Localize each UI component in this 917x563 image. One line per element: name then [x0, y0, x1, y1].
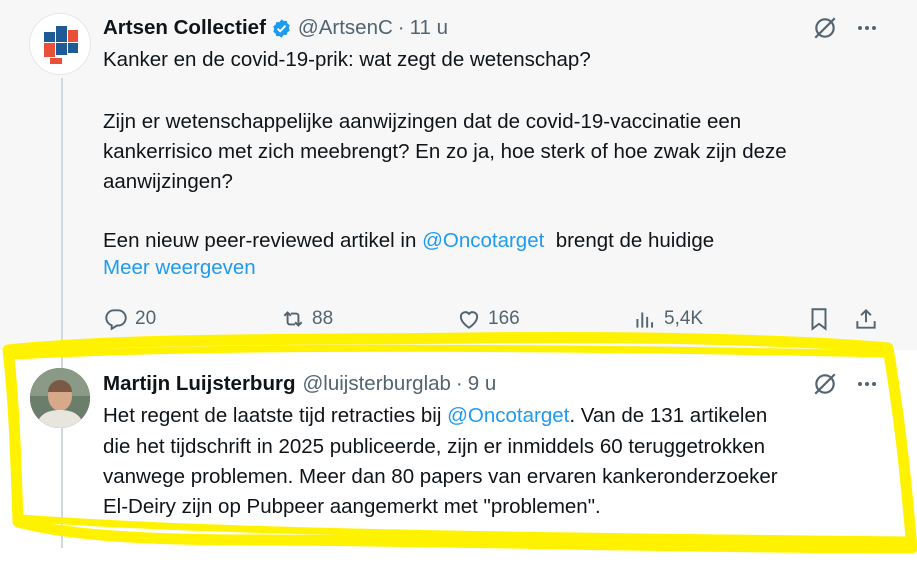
repost-button[interactable]: 88	[280, 306, 333, 332]
tweet1-line5-end: brengt de huidige	[544, 229, 715, 252]
like-count: 166	[488, 308, 520, 329]
tweet2-header: Martijn Luijsterburg @luijsterburglab · …	[103, 372, 496, 396]
tweet2-line1-end: . Van de 131 artikelen	[569, 404, 768, 427]
verified-badge-icon	[273, 18, 290, 38]
bookmark-icon	[811, 308, 827, 331]
tweet1-line3: kankerrisico met zich meebrengt? En zo j…	[103, 140, 787, 163]
reply-count: 20	[135, 308, 157, 329]
tweet2-line2: die het tijdschrift in 2025 publiceerde,…	[103, 435, 766, 458]
profile-photo	[30, 368, 90, 428]
like-icon	[459, 311, 479, 329]
share-button[interactable]	[853, 306, 885, 332]
author-name[interactable]: Artsen Collectief	[103, 16, 266, 40]
repost-count: 88	[312, 308, 334, 329]
grok-icon[interactable]	[812, 15, 838, 41]
like-button[interactable]: 166	[456, 306, 520, 332]
views-count: 5,4K	[664, 308, 704, 329]
bookmark-button[interactable]	[806, 306, 838, 332]
author-handle[interactable]: @ArtsenC	[298, 16, 393, 40]
avatar-martijn-luijsterburg[interactable]	[30, 368, 90, 428]
tweet2-line1-start: Het regent de laatste tijd retracties bi…	[103, 404, 448, 427]
reply-icon	[105, 309, 127, 331]
tweet1-line1: Kanker en de covid-19-prik: wat zegt de …	[103, 48, 591, 71]
artsen-collectief-logo	[44, 26, 78, 64]
tweet1-header: Artsen Collectief @ArtsenC · 11 u	[103, 16, 448, 40]
tweet1-line4: aanwijzingen?	[103, 170, 233, 193]
avatar-artsen-collectief[interactable]	[29, 13, 91, 75]
tweet1-line5-start: Een nieuw peer-reviewed artikel in	[103, 229, 423, 252]
tweet2-line4: El-Deiry zijn op Pubpeer aangemerkt met …	[103, 495, 601, 518]
tweet2-line1: Het regent de laatste tijd retracties bi…	[103, 401, 767, 432]
tweet1-line5: Een nieuw peer-reviewed artikel in @Onco…	[103, 226, 714, 257]
author-handle[interactable]: @luijsterburglab	[302, 372, 450, 396]
show-more-link[interactable]: Meer weergeven	[103, 256, 256, 280]
repost-icon	[283, 311, 303, 327]
more-icon[interactable]	[855, 16, 879, 40]
mention-oncotarget[interactable]: @Oncotarget	[422, 229, 544, 252]
author-name[interactable]: Martijn Luijsterburg	[103, 372, 295, 396]
grok-icon[interactable]	[812, 371, 838, 397]
timestamp[interactable]: 11 u	[410, 16, 448, 40]
reply-button[interactable]: 20	[103, 306, 156, 332]
mention-oncotarget[interactable]: @Oncotarget	[447, 404, 569, 427]
tweet1-line2: Zijn er wetenschappelijke aanwijzingen d…	[103, 110, 742, 133]
more-icon[interactable]	[855, 372, 879, 396]
tweet2-line3: vanwege problemen. Meer dan 80 papers va…	[103, 465, 778, 488]
thread-line	[61, 78, 63, 548]
views-icon	[636, 312, 654, 328]
timestamp[interactable]: 9 u	[468, 372, 497, 396]
views-button[interactable]: 5,4K	[632, 306, 703, 332]
share-icon	[856, 308, 876, 329]
separator-dot: ·	[397, 16, 405, 39]
separator-dot: ·	[455, 372, 463, 395]
